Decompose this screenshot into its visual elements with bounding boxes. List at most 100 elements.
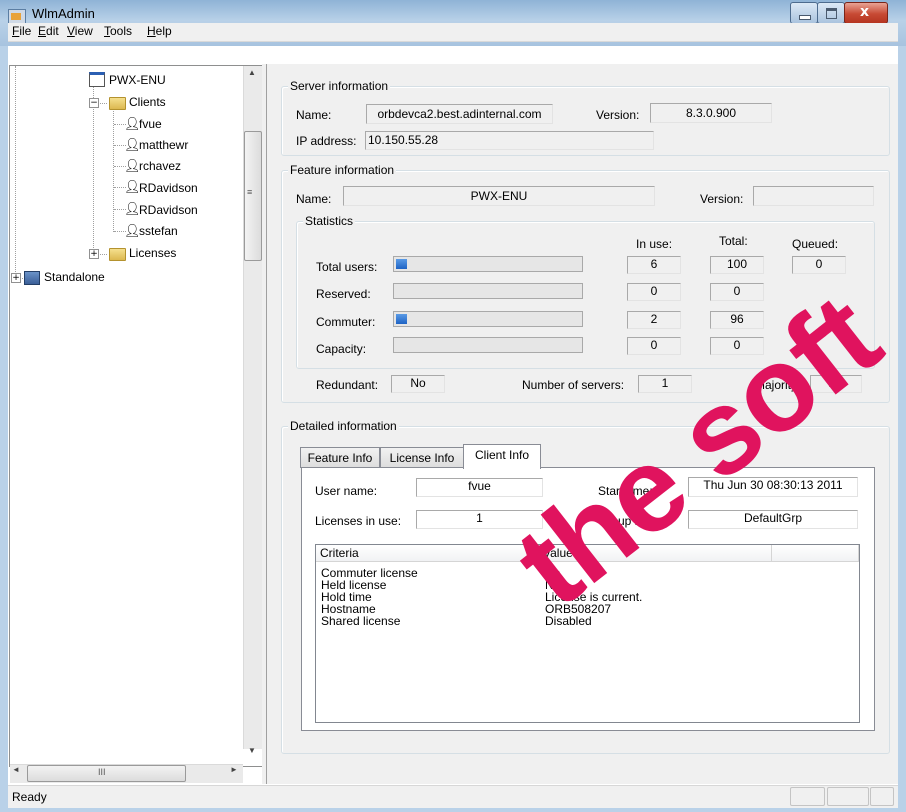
close-icon: x xyxy=(860,4,870,20)
server-info-title: Server information xyxy=(288,79,391,93)
stat-label-capacity: Capacity: xyxy=(316,342,367,356)
menu-help[interactable]: Help xyxy=(147,24,172,38)
maximize-icon xyxy=(826,8,837,19)
feature-version-field[interactable] xyxy=(753,186,874,206)
grip-icon: III xyxy=(98,767,106,777)
window-title: WlmAdmin xyxy=(32,6,95,21)
tab-feature-info[interactable]: Feature Info xyxy=(300,447,380,468)
column-criteria[interactable]: Criteria xyxy=(316,545,539,562)
feature-version-label: Version: xyxy=(700,192,744,206)
tab-license-info[interactable]: License Info xyxy=(380,447,464,468)
total-users-queued: 0 xyxy=(792,256,846,274)
capacity-total: 0 xyxy=(710,337,764,355)
stat-label-total-users: Total users: xyxy=(316,260,378,274)
menu-file-label: ile xyxy=(19,24,32,38)
grip-icon: ≡ xyxy=(247,187,253,197)
menu-help-key: H xyxy=(147,24,156,38)
redundant-label: Redundant: xyxy=(316,378,379,392)
feature-name-field[interactable]: PWX-ENU xyxy=(343,186,655,206)
commuter-total: 96 xyxy=(710,311,764,329)
majority-label: Majority: xyxy=(755,378,801,392)
tree-node-clients[interactable]: Clients xyxy=(129,95,166,109)
redundant-field: No xyxy=(391,375,445,393)
stat-label-commuter: Commuter: xyxy=(316,315,376,329)
window-frame-left xyxy=(0,46,8,812)
feature-name-label: Name: xyxy=(296,192,332,206)
folder-icon xyxy=(109,248,126,261)
servers-label: Number of servers: xyxy=(522,378,625,392)
user-name-label: User name: xyxy=(315,484,378,498)
list-item-criteria[interactable]: Shared license xyxy=(321,615,400,627)
tree-node-standalone[interactable]: Standalone xyxy=(44,270,105,284)
menu-bar xyxy=(8,23,898,42)
status-pane xyxy=(870,787,894,806)
window-icon xyxy=(89,72,105,87)
statistics-group xyxy=(296,221,875,369)
scroll-down-icon[interactable]: ▼ xyxy=(243,746,261,762)
total-users-progress xyxy=(393,256,583,272)
minimize-button[interactable] xyxy=(790,2,818,24)
capacity-in-use: 0 xyxy=(627,337,681,355)
tree-view[interactable]: PWX-ENU − Clients 👤︎ fvue 👤︎ matthewr 👤︎… xyxy=(9,65,264,767)
close-button[interactable]: x xyxy=(844,2,888,24)
capacity-progress xyxy=(393,337,583,353)
tree-horizontal-scroll-thumb[interactable] xyxy=(27,765,186,782)
licenses-in-use-field[interactable]: 1 xyxy=(416,510,543,529)
total-users-total: 100 xyxy=(710,256,764,274)
tree-node-client[interactable]: RDavidson xyxy=(139,203,198,217)
menu-file[interactable]: File xyxy=(12,24,31,38)
server-name-field[interactable]: orbdevca2.best.adinternal.com xyxy=(366,104,553,124)
server-version-label: Version: xyxy=(596,108,640,122)
user-icon: 👤︎ xyxy=(124,138,141,153)
ip-address-field[interactable]: 10.150.55.28 xyxy=(365,131,654,150)
menu-help-label: elp xyxy=(155,24,172,38)
collapse-icon[interactable]: − xyxy=(89,98,99,108)
stat-label-reserved: Reserved: xyxy=(316,287,371,301)
column-blank[interactable] xyxy=(772,545,859,562)
expand-icon[interactable]: + xyxy=(11,273,21,283)
server-name-label: Name: xyxy=(296,108,332,122)
tree-node-pwx-enu[interactable]: PWX-ENU xyxy=(109,73,166,87)
expand-icon[interactable]: + xyxy=(89,249,99,259)
user-icon: 👤︎ xyxy=(124,180,141,195)
column-value[interactable]: Value xyxy=(539,545,772,562)
commuter-progress xyxy=(393,311,583,327)
menu-edit[interactable]: Edit xyxy=(38,24,59,38)
server-version-field[interactable]: 8.3.0.900 xyxy=(650,103,772,123)
reserved-total: 0 xyxy=(710,283,764,301)
user-icon: 👤︎ xyxy=(124,159,141,174)
queued-header: Queued: xyxy=(792,237,839,251)
reserved-in-use: 0 xyxy=(627,283,681,301)
scroll-up-icon[interactable]: ▲ xyxy=(243,68,261,84)
tree-node-client[interactable]: rchavez xyxy=(139,159,181,173)
tab-client-info[interactable]: Client Info xyxy=(463,444,541,469)
servers-field: 1 xyxy=(638,375,692,393)
status-bar xyxy=(8,785,898,808)
menu-tools-label: ools xyxy=(110,24,133,38)
licenses-in-use-label: Licenses in use: xyxy=(315,514,402,528)
menu-view-key: V xyxy=(67,24,75,38)
total-users-in-use: 6 xyxy=(627,256,681,274)
user-icon: 👤︎ xyxy=(124,202,141,217)
user-name-field[interactable]: fvue xyxy=(416,478,543,497)
tree-node-client[interactable]: fvue xyxy=(139,117,162,131)
scroll-right-icon[interactable]: ► xyxy=(230,765,238,774)
criteria-list[interactable]: Criteria Value Commuter license No Held … xyxy=(315,544,860,723)
tree-node-client[interactable]: sstefan xyxy=(139,224,178,238)
menu-tools[interactable]: Tools xyxy=(104,24,132,38)
start-time-field[interactable]: Thu Jun 30 08:30:13 2011 xyxy=(688,477,858,497)
feature-info-title: Feature information xyxy=(288,163,397,177)
maximize-button[interactable] xyxy=(817,2,845,24)
tree-node-client[interactable]: RDavidson xyxy=(139,181,198,195)
statistics-title: Statistics xyxy=(303,214,356,228)
status-pane xyxy=(827,787,869,806)
scroll-left-icon[interactable]: ◄ xyxy=(12,765,20,774)
reserved-progress xyxy=(393,283,583,299)
tree-node-client[interactable]: matthewr xyxy=(139,138,188,152)
menu-view[interactable]: View xyxy=(67,24,93,38)
ip-address-label: IP address: xyxy=(296,134,357,148)
status-pane xyxy=(790,787,825,806)
group-name-field[interactable]: DefaultGrp xyxy=(688,510,858,529)
list-item-value: Disabled xyxy=(545,614,592,628)
tree-node-licenses[interactable]: Licenses xyxy=(129,246,176,260)
